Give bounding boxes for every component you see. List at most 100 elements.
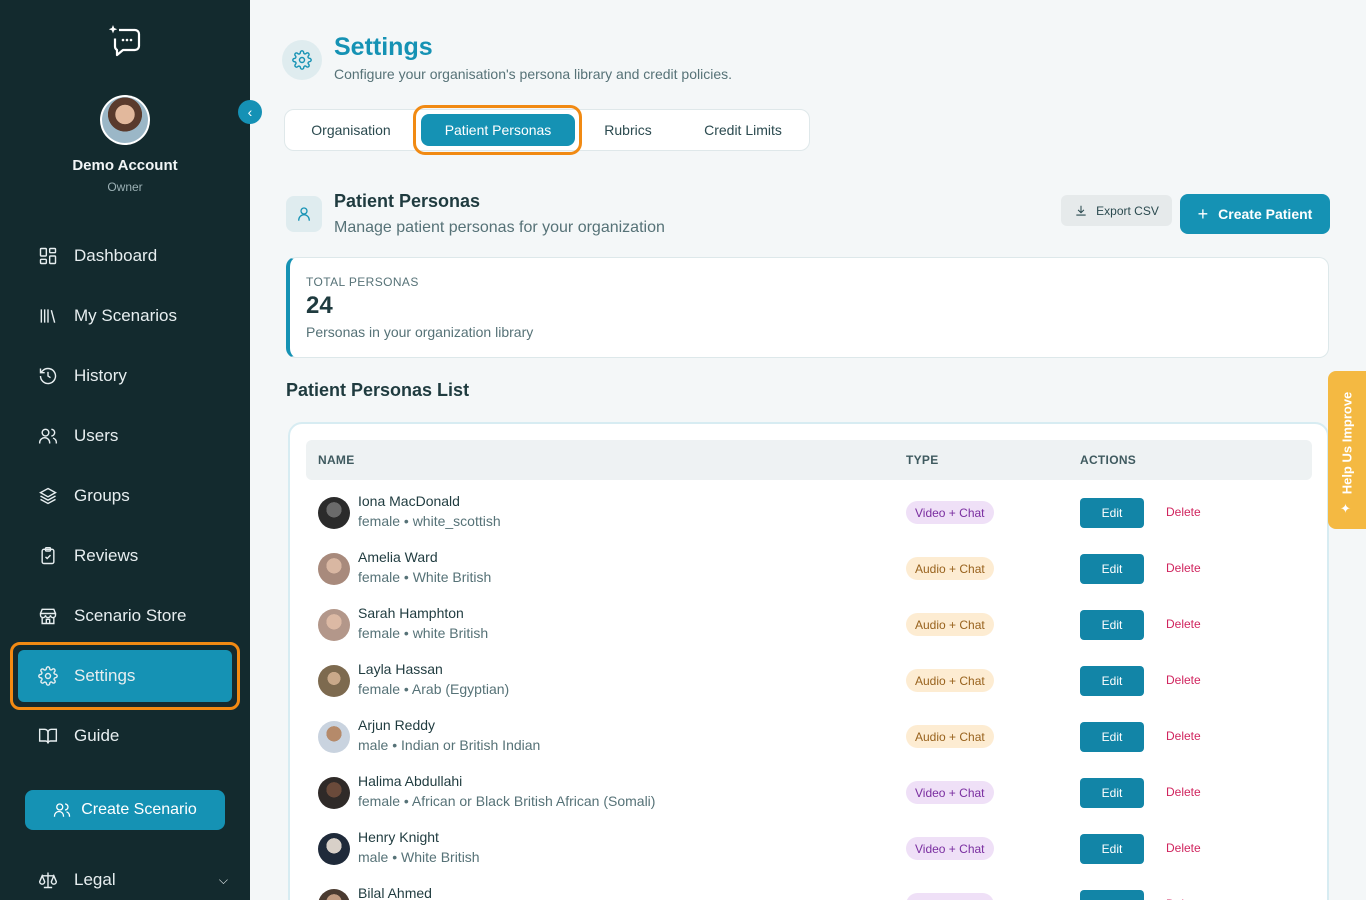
chevron-left-icon: ‹ xyxy=(247,104,253,120)
sidebar-item-reviews[interactable]: Reviews xyxy=(18,530,232,582)
help-us-improve-tab[interactable]: Help Us Improve ✦ xyxy=(1328,371,1366,529)
edit-button[interactable]: Edit xyxy=(1080,890,1144,900)
app-logo-icon[interactable] xyxy=(107,22,143,58)
persona-name: Arjun Reddy xyxy=(358,717,436,733)
persona-meta: male • Indian or British Indian xyxy=(358,737,541,753)
section-title: Patient Personas xyxy=(334,191,481,211)
account-avatar[interactable] xyxy=(100,95,150,145)
section-icon xyxy=(286,196,322,232)
persona-meta: female • Arab (Egyptian) xyxy=(358,681,510,697)
total-personas-card: TOTAL PERSONAS 24 Personas in your organ… xyxy=(286,257,1329,358)
table-row: Bilal Ahmed Video + Chat Edit Delete xyxy=(306,876,1312,900)
delete-link[interactable]: Delete xyxy=(1166,785,1201,799)
scale-icon xyxy=(38,872,58,889)
type-badge: Video + Chat xyxy=(906,781,994,804)
edit-button[interactable]: Edit xyxy=(1080,554,1144,584)
table-row: Halima Abdullahi female • African or Bla… xyxy=(306,764,1312,820)
persona-meta: female • African or Black British Africa… xyxy=(358,793,656,809)
sidebar-item-label: Groups xyxy=(74,486,130,505)
table-row: Sarah Hamphton female • white British Au… xyxy=(306,596,1312,652)
sidebar-item-history[interactable]: History xyxy=(18,350,232,402)
avatar xyxy=(318,609,350,641)
page-subtitle: Configure your organisation's persona li… xyxy=(334,66,732,82)
section-subtitle: Manage patient personas for your organiz… xyxy=(334,219,665,236)
sidebar-item-label: Reviews xyxy=(74,546,139,565)
list-title: Patient Personas List xyxy=(286,380,470,400)
settings-highlight-ring xyxy=(10,642,240,710)
users-icon xyxy=(38,428,58,444)
delete-link[interactable]: Delete xyxy=(1166,673,1201,687)
create-scenario-label: Create Scenario xyxy=(81,801,197,818)
persona-meta: female • white British xyxy=(358,625,489,641)
column-header-name: NAME xyxy=(318,453,355,467)
delete-link[interactable]: Delete xyxy=(1166,561,1201,575)
library-icon xyxy=(40,309,56,323)
type-badge: Audio + Chat xyxy=(906,669,994,692)
type-badge: Video + Chat xyxy=(906,893,994,900)
tab-organisation[interactable]: Organisation xyxy=(295,114,407,146)
sidebar-item-label: History xyxy=(74,366,127,385)
collapse-sidebar-button[interactable]: ‹ xyxy=(238,100,262,124)
tab-rubrics[interactable]: Rubrics xyxy=(585,114,671,146)
help-tab-label: Help Us Improve xyxy=(1339,391,1355,495)
personas-table: NAME TYPE ACTIONS Iona MacDonald female … xyxy=(288,422,1329,900)
avatar xyxy=(318,721,350,753)
avatar xyxy=(318,777,350,809)
persona-meta: female • White British xyxy=(358,569,492,585)
legal-label: Legal xyxy=(74,870,116,889)
stat-description: Personas in your organization library xyxy=(306,324,534,340)
tab-credit-limits[interactable]: Credit Limits xyxy=(685,114,801,146)
type-badge: Audio + Chat xyxy=(906,613,994,636)
edit-button[interactable]: Edit xyxy=(1080,610,1144,640)
stat-value: 24 xyxy=(306,292,333,319)
sparkle-icon: ✦ xyxy=(1340,501,1351,516)
column-header-actions: ACTIONS xyxy=(1080,453,1137,467)
user-icon xyxy=(298,207,310,221)
persona-name: Bilal Ahmed xyxy=(358,885,432,900)
table-row: Henry Knight male • White British Video … xyxy=(306,820,1312,876)
sidebar-item-guide[interactable]: Guide xyxy=(18,710,232,762)
edit-button[interactable]: Edit xyxy=(1080,498,1144,528)
avatar xyxy=(318,553,350,585)
legal-menu[interactable]: Legal ⌵ xyxy=(38,870,228,890)
sidebar-item-label: Guide xyxy=(74,726,120,745)
edit-button[interactable]: Edit xyxy=(1080,834,1144,864)
avatar xyxy=(318,497,350,529)
sidebar-item-users[interactable]: Users xyxy=(18,410,232,462)
book-icon xyxy=(38,728,58,744)
type-badge: Video + Chat xyxy=(906,837,994,860)
sidebar-item-my-scenarios[interactable]: My Scenarios xyxy=(18,290,232,342)
type-badge: Audio + Chat xyxy=(906,557,994,580)
sidebar: Demo Account Owner Dashboard My Scenario… xyxy=(0,0,250,900)
store-icon xyxy=(39,608,57,625)
create-patient-button[interactable]: + Create Patient xyxy=(1180,194,1330,234)
delete-link[interactable]: Delete xyxy=(1166,841,1201,855)
column-header-type: TYPE xyxy=(906,453,939,467)
users-icon xyxy=(54,803,71,817)
stat-label: TOTAL PERSONAS xyxy=(306,275,419,289)
persona-name: Layla Hassan xyxy=(358,661,443,677)
delete-link[interactable]: Delete xyxy=(1166,617,1201,631)
persona-name: Sarah Hamphton xyxy=(358,605,464,621)
export-csv-button[interactable]: Export CSV xyxy=(1061,195,1172,226)
edit-button[interactable]: Edit xyxy=(1080,778,1144,808)
table-row: Amelia Ward female • White British Audio… xyxy=(306,540,1312,596)
edit-button[interactable]: Edit xyxy=(1080,666,1144,696)
history-icon xyxy=(39,367,57,385)
create-scenario-button[interactable]: Create Scenario xyxy=(25,790,225,830)
delete-link[interactable]: Delete xyxy=(1166,505,1201,519)
page-title: Settings xyxy=(334,33,433,61)
chevron-down-icon: ⌵ xyxy=(218,872,228,887)
persona-name: Henry Knight xyxy=(358,829,439,845)
persona-name: Halima Abdullahi xyxy=(358,773,463,789)
sidebar-item-groups[interactable]: Groups xyxy=(18,470,232,522)
sidebar-item-scenario-store[interactable]: Scenario Store xyxy=(18,590,232,642)
edit-button[interactable]: Edit xyxy=(1080,722,1144,752)
persona-name: Iona MacDonald xyxy=(358,493,460,509)
avatar xyxy=(318,833,350,865)
delete-link[interactable]: Delete xyxy=(1166,729,1201,743)
sidebar-item-dashboard[interactable]: Dashboard xyxy=(18,230,232,282)
dashboard-icon xyxy=(39,247,57,265)
type-badge: Video + Chat xyxy=(906,501,994,524)
gear-icon xyxy=(292,50,312,70)
